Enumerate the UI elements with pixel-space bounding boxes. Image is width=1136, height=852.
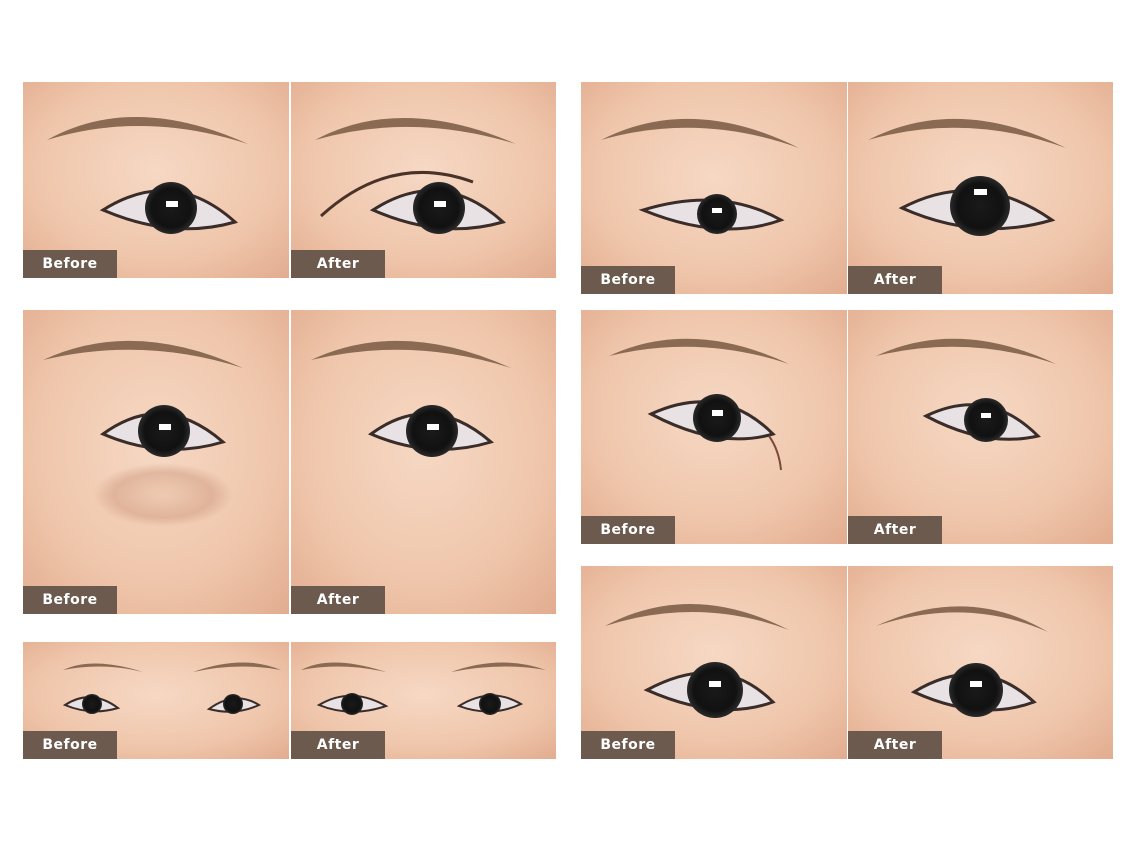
eye-photo-after <box>848 82 1113 294</box>
eye-photo-before <box>23 310 289 614</box>
figure5-before-panel: Before <box>581 310 847 544</box>
eye-photo-before <box>581 310 847 544</box>
figure6-before-panel: Before <box>581 566 847 759</box>
before-label: Before <box>581 266 675 294</box>
figure2-before-panel: Before <box>23 310 289 614</box>
eye-photo-after <box>848 310 1113 544</box>
after-label: After <box>848 266 942 294</box>
before-label: Before <box>23 250 117 278</box>
after-label: After <box>291 586 385 614</box>
before-label: Before <box>23 586 117 614</box>
eye-photo-before <box>581 82 847 294</box>
figure1-before-panel: Before <box>23 82 289 278</box>
eye-photo-before <box>23 82 289 278</box>
figure6-after-panel: After <box>848 566 1113 759</box>
after-label: After <box>848 731 942 759</box>
after-label: After <box>848 516 942 544</box>
eye-photo-after <box>291 82 556 278</box>
before-label: Before <box>581 516 675 544</box>
figure4-before-panel: Before <box>581 82 847 294</box>
figure4-after-panel: After <box>848 82 1113 294</box>
after-label: After <box>291 250 385 278</box>
eye-photo-after <box>291 310 556 614</box>
figure3-after-panel: After <box>291 642 556 759</box>
before-label: Before <box>581 731 675 759</box>
before-label: Before <box>23 731 117 759</box>
after-label: After <box>291 731 385 759</box>
figure2-after-panel: After <box>291 310 556 614</box>
figure5-after-panel: After <box>848 310 1113 544</box>
figure1-after-panel: After <box>291 82 556 278</box>
figure3-before-panel: Before <box>23 642 289 759</box>
